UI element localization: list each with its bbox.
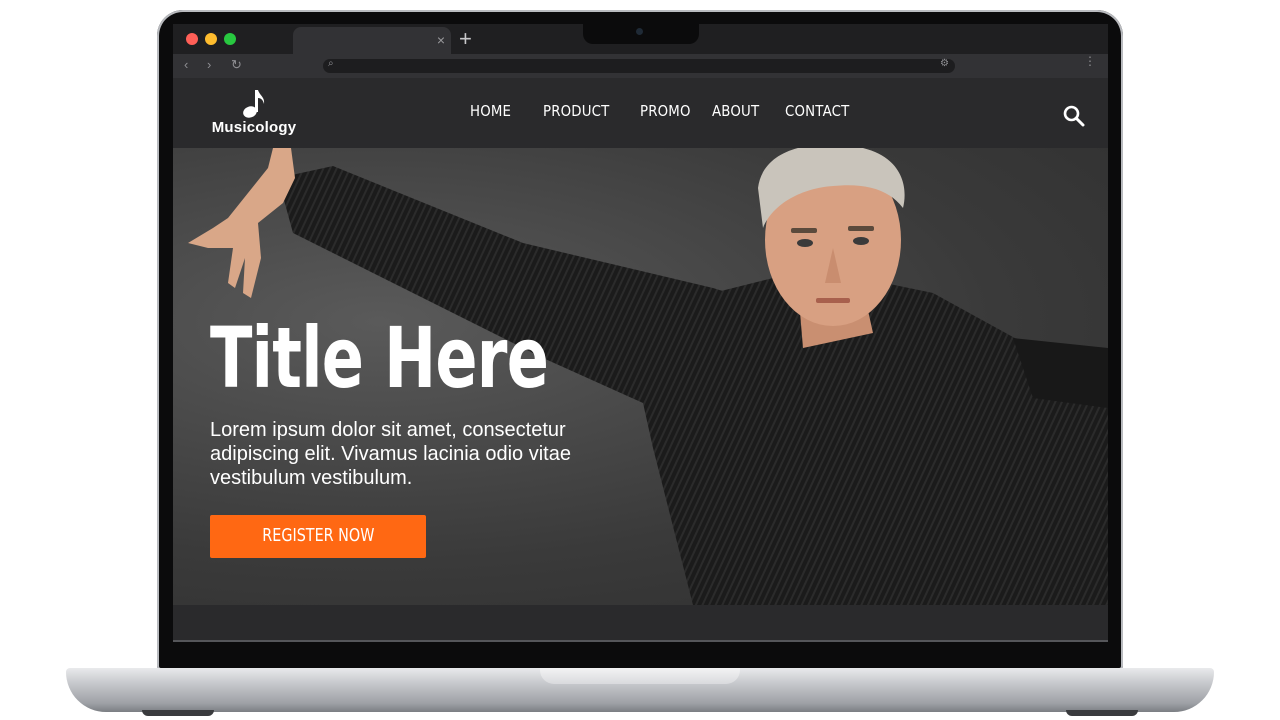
browser-tab[interactable]: × bbox=[293, 27, 451, 54]
minimize-window-button[interactable] bbox=[205, 33, 217, 45]
browser-menu-icon[interactable]: ⋮ bbox=[1084, 55, 1096, 67]
forward-icon[interactable]: › bbox=[207, 57, 211, 72]
laptop-screen: × + ‹ › ↻ ⌕ ⚙ ⋮ Musicology HOME PRODUCT … bbox=[173, 24, 1108, 642]
hero-title: Title Here bbox=[210, 309, 549, 407]
nav-contact[interactable]: CONTACT bbox=[785, 102, 849, 120]
nav-promo[interactable]: PROMO bbox=[640, 102, 691, 120]
maximize-window-button[interactable] bbox=[224, 33, 236, 45]
laptop-foot-right bbox=[1066, 710, 1138, 716]
nav-about[interactable]: ABOUT bbox=[712, 102, 759, 120]
hero-section: Title Here Lorem ipsum dolor sit amet, c… bbox=[173, 148, 1108, 605]
laptop-foot-left bbox=[142, 710, 214, 716]
logo[interactable]: Musicology bbox=[209, 88, 299, 140]
screen-bezel-edge bbox=[173, 640, 1108, 642]
page-footer-strip bbox=[173, 605, 1108, 642]
register-now-label: REGISTER NOW bbox=[261, 526, 375, 546]
site-settings-icon[interactable]: ⚙ bbox=[940, 58, 949, 69]
site-header: Musicology HOME PRODUCT PROMO ABOUT CONT… bbox=[173, 78, 1108, 148]
lid-opening-notch bbox=[540, 668, 740, 684]
search-icon[interactable] bbox=[1063, 105, 1085, 127]
new-tab-button[interactable]: + bbox=[459, 28, 472, 50]
back-icon[interactable]: ‹ bbox=[184, 57, 188, 72]
address-search-icon: ⌕ bbox=[328, 58, 334, 69]
reload-icon[interactable]: ↻ bbox=[231, 57, 242, 73]
camera-icon bbox=[636, 28, 643, 35]
register-now-button[interactable]: REGISTER NOW bbox=[210, 515, 426, 558]
tab-close-icon[interactable]: × bbox=[437, 32, 445, 48]
music-note-icon bbox=[243, 90, 265, 118]
hero-description: Lorem ipsum dolor sit amet, consectetur … bbox=[210, 419, 571, 489]
address-bar[interactable]: ⌕ ⚙ bbox=[323, 58, 955, 73]
nav-product[interactable]: PRODUCT bbox=[543, 102, 609, 120]
nav-home[interactable]: HOME bbox=[470, 102, 511, 120]
browser-toolbar: ‹ › ↻ ⌕ ⚙ ⋮ bbox=[173, 54, 1108, 78]
close-window-button[interactable] bbox=[186, 33, 198, 45]
logo-text: Musicology bbox=[211, 119, 297, 136]
